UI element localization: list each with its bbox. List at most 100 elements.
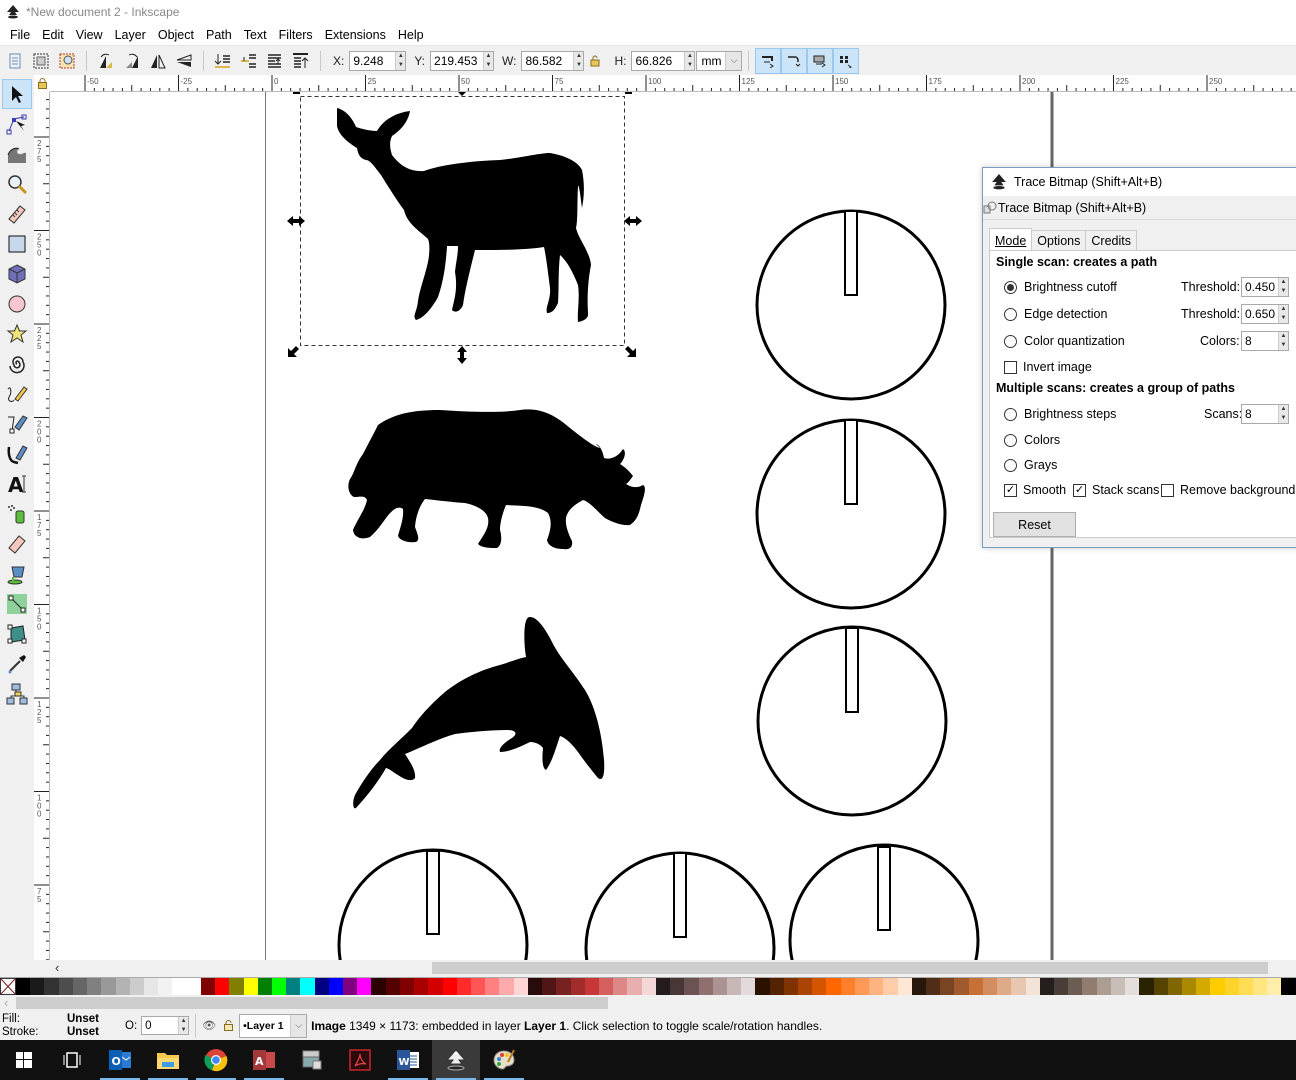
tweak-tool[interactable] — [2, 139, 32, 169]
color-swatch[interactable] — [812, 978, 827, 995]
measure-tool[interactable] — [2, 199, 32, 229]
dial-circle[interactable] — [584, 851, 776, 960]
color-swatch[interactable] — [798, 978, 813, 995]
colors-radio[interactable] — [1004, 433, 1017, 447]
color-swatch[interactable] — [1153, 978, 1168, 995]
color-swatch[interactable] — [257, 978, 272, 995]
edge-detection-radio[interactable] — [1004, 307, 1017, 321]
color-swatch[interactable] — [527, 978, 543, 995]
palette-scrollbar[interactable]: ‹ — [0, 995, 1296, 1011]
color-swatch[interactable] — [1039, 978, 1054, 995]
color-swatch[interactable] — [1281, 978, 1296, 995]
w-stepper[interactable]: ▲ ▼ — [573, 51, 584, 70]
raise-to-top-button[interactable] — [290, 50, 312, 72]
invert-image-option[interactable]: Invert image — [1004, 360, 1092, 374]
color-swatch[interactable] — [670, 978, 685, 995]
menu-filters[interactable]: Filters — [273, 28, 319, 42]
color-swatch[interactable] — [371, 978, 386, 995]
color-swatch[interactable] — [87, 978, 102, 995]
raise-button[interactable] — [264, 50, 286, 72]
color-swatch[interactable] — [442, 978, 457, 995]
color-swatch[interactable] — [215, 978, 230, 995]
taskbar-word[interactable]: W — [384, 1040, 432, 1080]
gradient-tool[interactable] — [2, 589, 32, 619]
colors-option[interactable]: Colors — [1004, 433, 1060, 447]
h-stepper[interactable]: ▲ ▼ — [684, 51, 695, 70]
invert-image-checkbox[interactable] — [1004, 360, 1017, 374]
color-swatch[interactable] — [726, 978, 742, 995]
h-input[interactable] — [632, 51, 685, 70]
color-swatch[interactable] — [940, 978, 955, 995]
horizontal-ruler[interactable]: -50 -25 0 25 50 75 100 125 150 175 200 225 250 — [50, 75, 1296, 92]
color-swatch[interactable] — [1025, 978, 1040, 995]
select-all-button[interactable] — [4, 50, 26, 72]
eraser-tool[interactable] — [2, 529, 32, 559]
color-swatch[interactable] — [357, 978, 372, 995]
color-swatch[interactable] — [954, 978, 969, 995]
spiral-tool[interactable] — [2, 349, 32, 379]
color-swatch[interactable] — [1053, 978, 1069, 995]
color-swatch[interactable] — [1096, 978, 1111, 995]
color-swatch[interactable] — [911, 978, 926, 995]
select-all-layers-button[interactable] — [30, 50, 52, 72]
color-quantization-option[interactable]: Color quantization — [1004, 334, 1125, 348]
color-swatch[interactable] — [471, 978, 486, 995]
flip-vertical-button[interactable] — [173, 50, 195, 72]
scale-stroke-button[interactable] — [755, 47, 782, 74]
x-field[interactable]: ▲▼ — [349, 50, 407, 71]
layer-visibility-toggle[interactable]: 👁 — [202, 1019, 216, 1032]
opacity-input[interactable] — [142, 1016, 179, 1035]
tab-options[interactable]: Options — [1031, 230, 1087, 251]
brightness-threshold-field[interactable]: 0.450 ▲ ▼ — [1241, 277, 1289, 297]
deselect-button[interactable] — [56, 50, 78, 72]
flip-horizontal-button[interactable] — [147, 50, 169, 72]
color-swatch[interactable] — [1011, 978, 1026, 995]
color-swatch[interactable] — [854, 978, 870, 995]
menu-file[interactable]: File — [4, 28, 36, 42]
unit-select[interactable]: mm ⌵ — [696, 50, 743, 71]
brightness-threshold-stepper[interactable]: ▲ ▼ — [1278, 278, 1288, 296]
color-swatch[interactable] — [300, 978, 315, 995]
start-button[interactable] — [0, 1040, 48, 1080]
transform-patterns-button[interactable] — [833, 47, 860, 74]
color-swatch[interactable] — [897, 978, 912, 995]
color-swatch[interactable] — [499, 978, 514, 995]
horizontal-scroll-thumb[interactable] — [432, 962, 1268, 974]
color-swatch[interactable] — [115, 978, 130, 995]
color-swatch[interactable] — [200, 978, 216, 995]
calligraphy-tool[interactable] — [2, 439, 32, 469]
tab-credits[interactable]: Credits — [1085, 230, 1137, 251]
color-swatch[interactable] — [143, 978, 159, 995]
color-swatch[interactable] — [1181, 978, 1197, 995]
color-swatch[interactable] — [1238, 978, 1254, 995]
stack-scans-option[interactable]: ✓ Stack scans — [1073, 483, 1159, 497]
star-tool[interactable] — [2, 319, 32, 349]
y-input[interactable] — [431, 51, 484, 70]
h-field[interactable]: ▲▼ — [631, 50, 696, 71]
scale-handle-right[interactable] — [624, 216, 642, 226]
dial-circle[interactable] — [755, 209, 947, 401]
w-field[interactable]: ▲▼ — [521, 50, 585, 71]
color-swatch[interactable] — [926, 978, 941, 995]
scale-handle-left[interactable] — [287, 216, 305, 226]
scroll-left-arrow-icon[interactable]: ‹ — [4, 995, 8, 1010]
menu-layer[interactable]: Layer — [109, 28, 152, 42]
scroll-left-arrow-icon[interactable]: ‹ — [55, 960, 59, 975]
color-swatch[interactable] — [598, 978, 614, 995]
colors-field[interactable]: 8 ▲ ▼ — [1241, 331, 1289, 351]
color-swatch[interactable] — [243, 978, 258, 995]
palette-scroll-thumb[interactable] — [16, 997, 608, 1009]
paint-bucket-tool[interactable] — [2, 559, 32, 589]
selector-tool[interactable] — [2, 79, 32, 109]
color-swatch[interactable] — [556, 978, 571, 995]
color-swatch[interactable] — [613, 978, 628, 995]
dolphin-silhouette[interactable] — [353, 617, 605, 809]
colors-stepper[interactable]: ▲ ▼ — [1278, 332, 1288, 350]
color-swatch[interactable] — [1224, 978, 1239, 995]
rotate-cw-button[interactable] — [121, 50, 143, 72]
color-swatch[interactable] — [158, 978, 173, 995]
layer-lock-toggle[interactable] — [224, 1020, 234, 1031]
scans-stepper[interactable]: ▲ ▼ — [1278, 405, 1288, 423]
grays-radio[interactable] — [1004, 458, 1017, 472]
color-swatch[interactable] — [172, 978, 187, 995]
